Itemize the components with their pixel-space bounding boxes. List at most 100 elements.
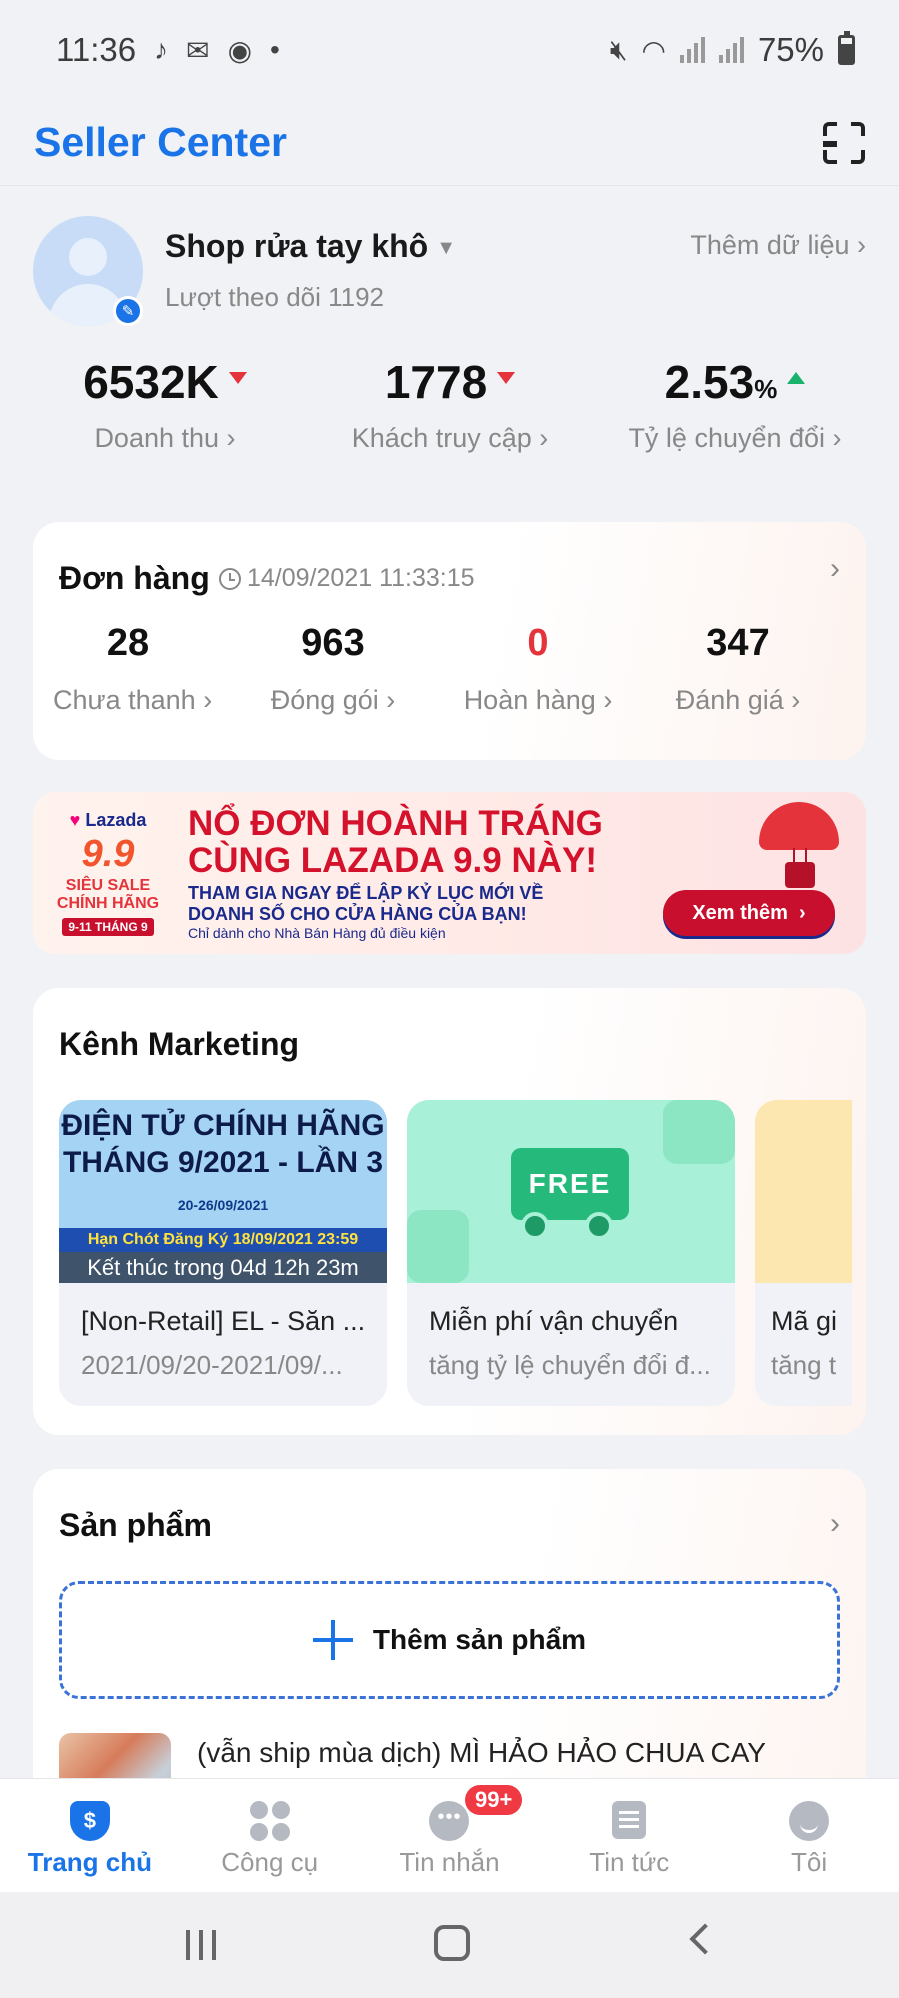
see-more-label: Xem thêm <box>692 901 788 924</box>
campaign-countdown: Kết thúc trong 04d 12h 23m <box>59 1252 387 1283</box>
add-product-button[interactable]: Thêm sản phẩm <box>59 1581 840 1699</box>
voucher-image <box>755 1100 852 1283</box>
marketing-item-subtitle: 2021/09/20-2021/09/... <box>81 1350 343 1380</box>
marketing-item[interactable]: FREE Miễn phí vận chuyển tăng tỷ lệ chuy… <box>407 1100 735 1406</box>
shop-name: Shop rửa tay khô <box>165 228 429 264</box>
nav-news[interactable]: Tin tức <box>539 1779 719 1892</box>
bottom-nav: $ Trang chủ Công cụ ••• Tin nhắn Tin tức… <box>0 1778 899 1892</box>
nav-label: Trang chủ <box>27 1847 153 1877</box>
system-nav-bar <box>0 1892 899 1998</box>
product-name[interactable]: (vẫn ship mùa dịch) MÌ HẢO HẢO CHUA CAY <box>197 1737 766 1769</box>
lazada-brand: Lazada <box>85 810 147 830</box>
marketing-item[interactable]: Mã gi tăng t <box>755 1100 852 1406</box>
headline-line-2: CÙNG LAZADA 9.9 NÀY! <box>188 840 597 880</box>
wifi-icon: ◠ <box>641 34 666 66</box>
marketing-title: Kênh Marketing <box>59 1026 300 1062</box>
order-stat-value: 347 <box>706 622 770 664</box>
marketing-item-title: [Non-Retail] EL - Săn ... <box>81 1306 366 1336</box>
tiktok-icon: ♪ <box>154 34 169 65</box>
unread-badge: 99+ <box>465 1785 523 1815</box>
trend-down-icon <box>228 371 247 384</box>
products-chevron-right-icon[interactable]: › <box>830 1507 840 1541</box>
trend-up-icon <box>787 371 806 384</box>
order-stat-value: 963 <box>301 622 365 664</box>
add-product-label: Thêm sản phẩm <box>372 1624 587 1655</box>
metric-label: Tỷ lệ chuyển đổi <box>628 423 826 453</box>
order-stat-value: 0 <box>527 622 549 664</box>
marketing-item-subtitle: tăng tỷ lệ chuyển đổi đ... <box>429 1350 711 1380</box>
nav-home[interactable]: $ Trang chủ <box>0 1779 180 1892</box>
free-label: FREE <box>528 1168 612 1199</box>
chevron-right-icon: › <box>857 230 866 260</box>
gmail-icon: ✉ <box>186 34 210 66</box>
signal-icon-2 <box>718 37 744 63</box>
marketing-item-title: Mã gi <box>771 1306 838 1336</box>
metric-value: 1778 <box>384 356 488 408</box>
edit-avatar-icon[interactable]: ✎ <box>113 296 143 326</box>
add-data-label: Thêm dữ liệu <box>690 230 850 260</box>
orders-title: Đơn hàng <box>59 560 210 596</box>
event-label: 9.9 <box>81 833 135 875</box>
metric-label: Doanh thu <box>94 423 220 453</box>
recent-apps-icon[interactable] <box>186 1930 218 1960</box>
home-button-icon[interactable] <box>434 1925 470 1961</box>
orders-chevron-right-icon[interactable]: › <box>830 552 840 586</box>
metrics-row: 6532K Doanh thu › 1778 Khách truy cập › … <box>0 355 899 465</box>
sale-line-2: CHÍNH HÃNG <box>56 895 160 913</box>
shop-info: ✎ Shop rửa tay khô ▼ Lượt theo dõi 1192 T… <box>33 216 866 326</box>
battery-percent: 75% <box>757 31 824 68</box>
order-stat-returns[interactable]: 0 Hoàn hàng › <box>448 622 628 716</box>
see-more-button[interactable]: Xem thêm › <box>663 890 835 936</box>
campaign-image: ĐIỆN TỬ CHÍNH HÃNG THÁNG 9/2021 - LẦN 3 2… <box>59 1100 387 1283</box>
nav-label: Tôi <box>791 1847 828 1877</box>
nav-label: Công cụ <box>221 1847 319 1877</box>
app-header: Seller Center <box>0 100 899 186</box>
orders-timestamp: 14/09/2021 11:33:15 <box>219 564 475 593</box>
timestamp-text: 14/09/2021 11:33:15 <box>247 564 475 592</box>
free-shipping-image: FREE <box>407 1100 735 1283</box>
back-icon[interactable] <box>689 1923 721 1955</box>
marketing-item-title: Miễn phí vận chuyển <box>429 1306 679 1336</box>
nav-label: Tin tức <box>589 1847 670 1877</box>
marketing-item[interactable]: ĐIỆN TỬ CHÍNH HÃNG THÁNG 9/2021 - LẦN 3 2… <box>59 1100 387 1406</box>
metric-value: 2.53 <box>664 356 755 408</box>
order-stat-label: Hoàn hàng <box>463 685 596 715</box>
subtext-line-2: DOANH SỐ CHO CỬA HÀNG CỦA BẠN! <box>188 903 527 924</box>
metric-label: Khách truy cập <box>351 423 532 453</box>
parachute-icon <box>759 802 839 850</box>
profile-icon <box>789 1801 830 1841</box>
metric-value: 6532K <box>83 356 219 408</box>
metric-revenue[interactable]: 6532K Doanh thu › <box>40 355 290 454</box>
banner-note: Chỉ dành cho Nhà Bán Hàng đủ điều kiện <box>188 925 446 941</box>
lazada-badge: ♥ Lazada 9.9 SIÊU SALE CHÍNH HÃNG 9-11 TH… <box>43 810 173 940</box>
app-title: Seller Center <box>34 119 287 165</box>
marketing-carousel[interactable]: ĐIỆN TỬ CHÍNH HÃNG THÁNG 9/2021 - LẦN 3 2… <box>59 1100 852 1406</box>
scan-icon[interactable] <box>823 121 865 164</box>
mute-icon: 🔇︎ <box>609 33 628 65</box>
campaign-image-line-2: THÁNG 9/2021 - LẦN 3 <box>62 1145 384 1179</box>
marketing-item-subtitle: tăng t <box>771 1350 837 1380</box>
order-stat-label: Chưa thanh <box>53 685 196 715</box>
promo-banner[interactable]: ♥ Lazada 9.9 SIÊU SALE CHÍNH HÃNG 9-11 TH… <box>33 792 866 954</box>
shop-name-selector[interactable]: Shop rửa tay khô ▼ <box>165 228 456 265</box>
nav-tools[interactable]: Công cụ <box>180 1779 360 1892</box>
campaign-image-dates: 20-26/09/2021 <box>177 1197 269 1213</box>
products-title: Sản phẩm <box>59 1507 212 1543</box>
home-shield-icon: $ <box>69 1801 110 1841</box>
date-tag: 9-11 THÁNG 9 <box>62 917 154 936</box>
signal-icon <box>679 37 705 63</box>
campaign-image-deadline: Hạn Chót Đăng Ký 18/09/2021 23:59 <box>59 1228 387 1252</box>
metric-visitors[interactable]: 1778 Khách truy cập › <box>320 355 580 454</box>
plus-icon <box>312 1620 353 1660</box>
add-data-link[interactable]: Thêm dữ liệu › <box>690 230 866 261</box>
order-stat-packing[interactable]: 963 Đóng gói › <box>243 622 423 716</box>
campaign-image-line-1: ĐIỆN TỬ CHÍNH HÃNG <box>61 1109 385 1142</box>
order-stat-unpaid[interactable]: 28 Chưa thanh › <box>53 622 212 716</box>
status-bar: 11:36 ♪ ✉ ◉ • 🔇︎ ◠ 75% <box>0 0 899 100</box>
trend-down-icon <box>497 371 516 384</box>
metric-conversion[interactable]: 2.53% Tỷ lệ chuyển đổi › <box>610 355 860 454</box>
order-stat-label: Đóng gói <box>270 685 379 715</box>
battery-icon <box>838 31 855 65</box>
nav-me[interactable]: Tôi <box>719 1779 899 1892</box>
order-stat-reviews[interactable]: 347 Đánh giá › <box>653 622 823 716</box>
